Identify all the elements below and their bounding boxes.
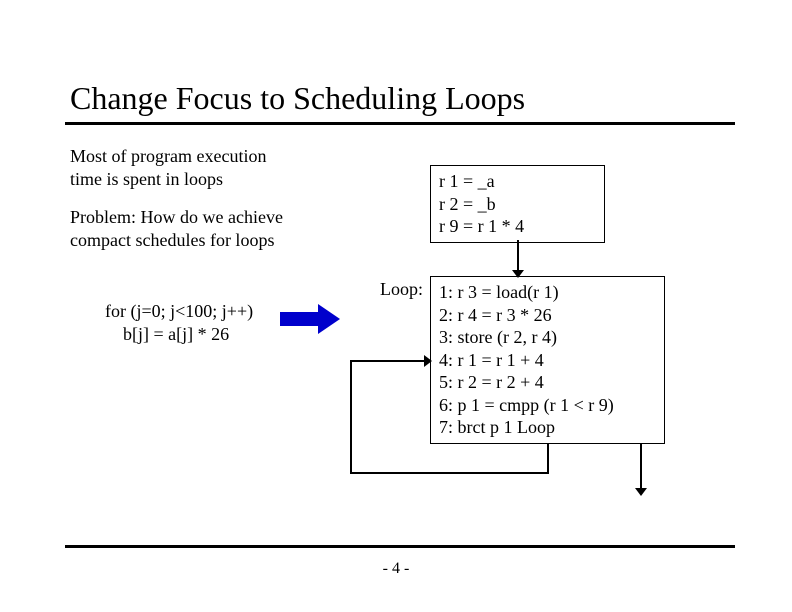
init-block-box: r 1 = _a r 2 = _b r 9 = r 1 * 4 <box>430 165 605 243</box>
arrowhead-right-icon <box>424 355 432 367</box>
loop-body-box: 1: r 3 = load(r 1) 2: r 4 = r 3 * 26 3: … <box>430 276 665 444</box>
backedge-segment-into <box>350 360 430 362</box>
arrow-right-icon <box>280 304 340 334</box>
init-line1: r 1 = _a <box>439 170 596 193</box>
loop-line4: 4: r 1 = r 1 + 4 <box>439 349 656 372</box>
backedge-segment-horiz <box>350 472 549 474</box>
loop-line1: 1: r 3 = load(r 1) <box>439 281 656 304</box>
init-line3: r 9 = r 1 * 4 <box>439 215 596 238</box>
backedge-segment-up <box>350 360 352 474</box>
footer-rule <box>65 545 735 548</box>
arrowhead-exit-icon <box>635 488 647 496</box>
loop-line2: 2: r 4 = r 3 * 26 <box>439 304 656 327</box>
page-number: - 4 - <box>0 560 792 578</box>
loop-line5: 5: r 2 = r 2 + 4 <box>439 371 656 394</box>
intro-text-1: Most of program execution time is spent … <box>70 145 290 190</box>
loop-line7: 7: brct p 1 Loop <box>439 416 656 439</box>
title-underline <box>65 122 735 125</box>
slide-title: Change Focus to Scheduling Loops <box>70 80 525 117</box>
intro-text-2: Problem: How do we achieve compact sched… <box>70 206 290 251</box>
exit-edge <box>640 444 642 494</box>
for-loop-line1: for (j=0; j<100; j++) <box>105 300 253 323</box>
backedge-segment-down <box>547 444 549 474</box>
loop-label: Loop: <box>380 279 423 300</box>
loop-line3: 3: store (r 2, r 4) <box>439 326 656 349</box>
for-loop-code: for (j=0; j<100; j++) b[j] = a[j] * 26 <box>105 300 253 345</box>
init-line2: r 2 = _b <box>439 193 596 216</box>
loop-line6: 6: p 1 = cmpp (r 1 < r 9) <box>439 394 656 417</box>
for-loop-line2: b[j] = a[j] * 26 <box>105 323 253 346</box>
